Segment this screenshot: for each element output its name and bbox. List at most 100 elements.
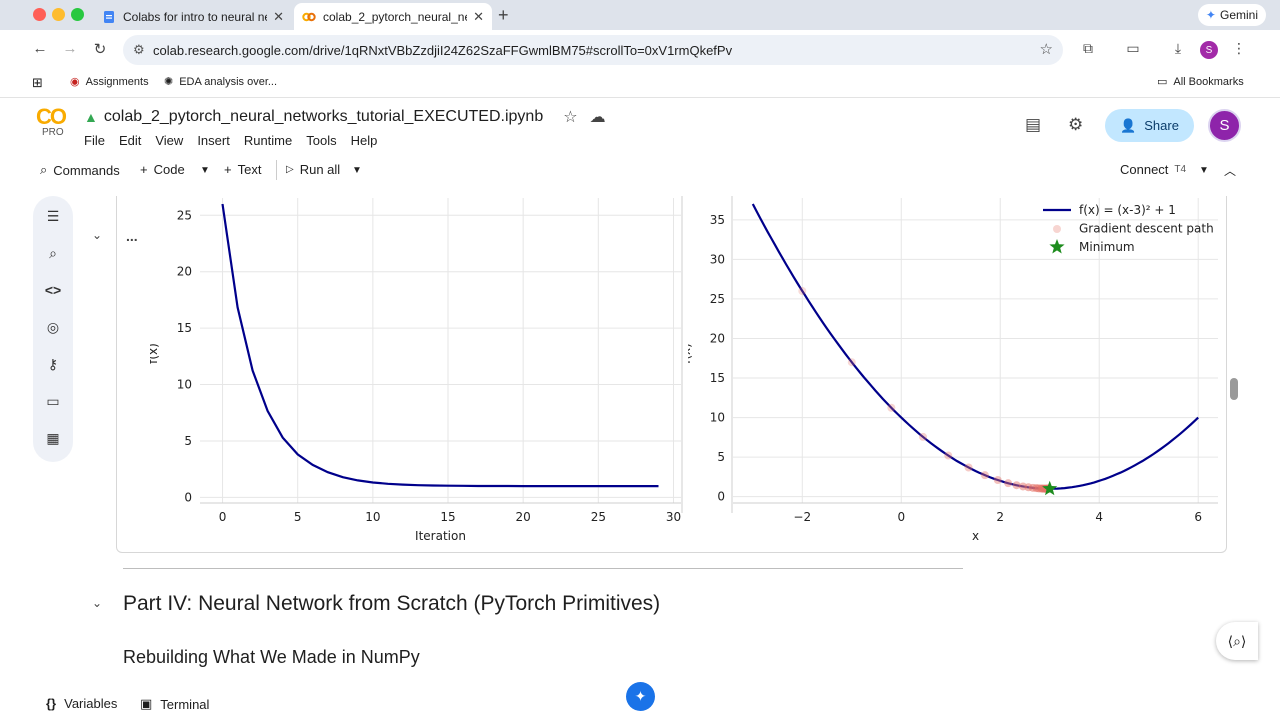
openai-icon: ✺ — [164, 76, 174, 88]
tab-colab-pytorch[interactable]: colab_2_pytorch_neural_netw ✕ — [294, 3, 492, 30]
tab-strip: Colabs for intro to neural netw ✕ colab_… — [0, 0, 1280, 30]
x-tick-label: 2 — [996, 510, 1004, 524]
close-tab-icon[interactable]: ✕ — [273, 9, 284, 25]
x-tick-label: 20 — [516, 510, 531, 524]
pro-badge: PRO — [42, 127, 64, 138]
y-tick-label: 30 — [710, 252, 725, 266]
site-info-icon[interactable]: ⚙ — [133, 42, 145, 58]
code-inspect-button[interactable]: ⟨⌕⟩ — [1216, 622, 1258, 660]
menu-help[interactable]: Help — [351, 133, 378, 148]
find-replace-icon[interactable]: ⌕ — [33, 245, 73, 262]
y-tick-label: 10 — [710, 411, 725, 425]
folder-icon: ▭ — [1157, 76, 1168, 88]
address-bar[interactable]: ⚙ colab.research.google.com/drive/1qRNxt… — [123, 35, 1063, 65]
reload-icon[interactable]: ↻ — [90, 40, 110, 58]
menu-edit[interactable]: Edit — [119, 133, 141, 148]
notebook-title[interactable]: colab_2_pytorch_neural_networks_tutorial… — [104, 108, 543, 126]
menu-view[interactable]: View — [155, 133, 183, 148]
cloud-saved-icon: ☁ — [589, 109, 606, 126]
x-tick-label: 25 — [591, 510, 606, 524]
files-folder-icon[interactable]: ▭ — [33, 393, 73, 410]
settings-gear-icon[interactable]: ⚙ — [1068, 115, 1083, 135]
star-icon[interactable]: ☆ — [563, 107, 577, 127]
run-all-label: Run all — [299, 162, 341, 177]
variables-inspector-icon[interactable]: ◎ — [33, 319, 73, 336]
menu-insert[interactable]: Insert — [197, 133, 230, 148]
minimize-window-button[interactable] — [52, 8, 65, 21]
connect-label: Connect — [1120, 162, 1169, 177]
bookmark-favicon-icon: ◉ — [70, 76, 80, 88]
bookmark-star-icon[interactable]: ☆ — [1040, 40, 1053, 58]
cell-more-options[interactable]: ... — [126, 228, 138, 244]
colab-icon — [302, 12, 316, 21]
notebook-title-row: ▲ colab_2_pytorch_neural_networks_tutori… — [84, 107, 606, 127]
data-table-icon[interactable]: ▦ — [33, 430, 73, 447]
plus-icon: + — [140, 162, 148, 177]
close-tab-icon[interactable]: ✕ — [473, 9, 484, 25]
variables-label: Variables — [64, 696, 118, 711]
tab-title: Colabs for intro to neural netw — [123, 9, 268, 24]
cast-icon[interactable]: ▭ — [1123, 40, 1143, 57]
variables-button[interactable]: {} Variables — [46, 696, 117, 711]
y-tick-label: 20 — [177, 265, 192, 279]
collapse-cell-icon[interactable]: ⌄ — [92, 228, 102, 242]
gemini-fab-button[interactable]: ✦ — [626, 682, 655, 711]
text-label: Text — [237, 162, 262, 177]
share-button[interactable]: 👤 Share — [1105, 109, 1194, 142]
add-code-button[interactable]: + Code — [140, 162, 185, 177]
download-icon[interactable]: ⤓ — [1168, 40, 1188, 57]
secrets-key-icon[interactable]: ⚷ — [33, 356, 73, 373]
account-avatar[interactable]: S — [1208, 109, 1241, 142]
toolbar-divider — [276, 160, 277, 180]
legend-label: Gradient descent path — [1079, 222, 1214, 236]
tab-title: colab_2_pytorch_neural_netw — [323, 9, 467, 24]
colab-header: CO PRO ▲ colab_2_pytorch_neural_networks… — [22, 99, 1258, 159]
menu-runtime[interactable]: Runtime — [244, 133, 292, 148]
colab-logo[interactable]: CO PRO — [36, 106, 72, 139]
scrollbar-thumb[interactable] — [1230, 378, 1238, 400]
comments-icon[interactable]: ▤ — [1025, 115, 1041, 135]
run-dropdown-icon[interactable]: ▼ — [352, 165, 362, 176]
extensions-icon[interactable]: ⧉ — [1078, 40, 1098, 57]
commands-button[interactable]: ⌕ Commands — [40, 162, 120, 178]
collapse-header-icon[interactable]: ︿ — [1224, 162, 1236, 179]
back-icon[interactable]: ← — [30, 40, 50, 57]
chrome-menu-icon[interactable]: ⋮ — [1229, 40, 1249, 57]
connect-dropdown-icon[interactable]: ▼ — [1199, 165, 1209, 176]
new-tab-icon[interactable]: + — [498, 5, 509, 26]
terminal-button[interactable]: ▣ Terminal — [140, 696, 209, 712]
forward-icon[interactable]: → — [60, 40, 80, 57]
bookmark-label: EDA analysis over... — [179, 75, 278, 88]
connect-button[interactable]: Connect T4 — [1120, 162, 1186, 177]
descent-path-point — [1004, 479, 1013, 488]
descent-path-point — [944, 451, 953, 460]
table-of-contents-icon[interactable]: ☰ — [33, 208, 73, 225]
chart-gradient-descent: −2 0 2 4 6 0 5 10 15 20 25 30 35 x f(x) f(x) = (x-3)² +… — [688, 196, 1218, 541]
section-heading: Part IV: Neural Network from Scratch (Py… — [123, 592, 661, 615]
profile-avatar[interactable]: S — [1200, 41, 1218, 59]
bookmark-assignments[interactable]: ◉ Assignments — [70, 75, 149, 89]
browser-window: Colabs for intro to neural netw ✕ colab_… — [0, 0, 1280, 720]
maximize-window-button[interactable] — [71, 8, 84, 21]
search-icon: ⌕ — [40, 162, 48, 177]
x-axis-label: Iteration — [415, 529, 466, 541]
collapse-section-icon[interactable]: ⌄ — [92, 596, 102, 610]
all-bookmarks[interactable]: ▭ All Bookmarks — [1157, 75, 1244, 89]
y-axis-label: f(x) — [150, 343, 160, 364]
code-dropdown-icon[interactable]: ▼ — [200, 165, 210, 176]
terminal-label: Terminal — [160, 696, 210, 712]
y-tick-label: 35 — [710, 213, 725, 227]
bookmark-label: Assignments — [85, 75, 149, 88]
docs-icon — [104, 10, 114, 23]
menu-file[interactable]: File — [84, 133, 105, 148]
url-text: colab.research.google.com/drive/1qRNxtVB… — [153, 42, 733, 58]
gemini-button[interactable]: ✦ Gemini — [1197, 4, 1266, 26]
close-window-button[interactable] — [33, 8, 46, 21]
run-all-button[interactable]: ▷ Run all — [286, 162, 340, 177]
add-text-button[interactable]: + Text — [224, 162, 261, 177]
code-snippets-icon[interactable]: <> — [33, 282, 73, 298]
menu-tools[interactable]: Tools — [306, 133, 336, 148]
bookmark-eda[interactable]: ✺ EDA analysis over... — [164, 75, 278, 89]
tab-colabs-intro[interactable]: Colabs for intro to neural netw ✕ — [94, 3, 292, 30]
apps-grid-icon[interactable]: ⊞ — [32, 75, 43, 91]
